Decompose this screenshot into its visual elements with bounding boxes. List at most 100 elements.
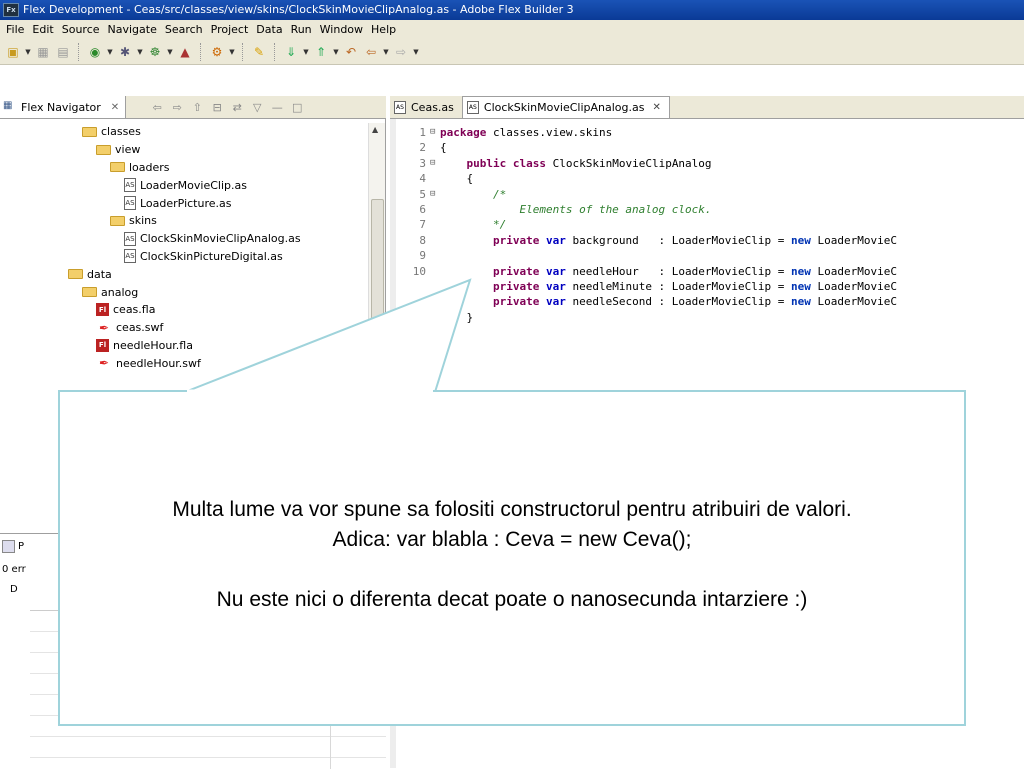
code-line[interactable]: 6 Elements of the analog clock. [400, 202, 897, 217]
tree-item[interactable]: AS ClockSkinPictureDigital.as [0, 248, 368, 266]
tree-item[interactable]: Fl needleHour.fla [0, 337, 368, 355]
code-token: background : LoaderMovieClip = [565, 233, 792, 247]
brush-icon[interactable]: ✎ [250, 43, 268, 61]
tab-problems[interactable]: P [2, 540, 24, 553]
menu-help[interactable]: Help [368, 20, 401, 39]
profile-dropdown-icon[interactable]: ▼ [166, 43, 174, 61]
prev-annotation-dropdown-icon[interactable]: ▼ [332, 43, 340, 61]
tree-item-label: loaders [129, 160, 170, 174]
code-line[interactable]: 9 [400, 248, 897, 263]
run-icon[interactable]: ◉ [86, 43, 104, 61]
menu-search[interactable]: Search [162, 20, 208, 39]
menu-navigate[interactable]: Navigate [105, 20, 162, 39]
scroll-up-icon[interactable]: ▲ [372, 125, 378, 134]
tab-flex-navigator[interactable]: ▦ Flex Navigator ✕ [0, 96, 127, 118]
code-token: new [791, 279, 811, 293]
menu-data[interactable]: Data [253, 20, 287, 39]
tree-item[interactable]: ✒ ceas.swf [0, 319, 368, 337]
prev-annotation-icon[interactable]: ⇑ [312, 43, 330, 61]
tree-item[interactable]: loaders [0, 159, 368, 177]
fla-file-icon: Fl [96, 303, 109, 317]
tab-ceas-as[interactable]: AS Ceas.as [390, 96, 462, 118]
export-icon[interactable]: ▲ [176, 43, 194, 61]
tree-item[interactable]: classes [0, 123, 368, 141]
back-icon[interactable]: ⇦ [362, 43, 380, 61]
code-line[interactable]: 1 ⊟ package classes.view.skins [400, 125, 897, 140]
close-icon[interactable]: ✕ [111, 102, 119, 113]
forward-icon[interactable]: ⇨ [170, 101, 184, 114]
toolbar-separator [242, 42, 248, 61]
menu-file[interactable]: File [3, 20, 29, 39]
next-annotation-dropdown-icon[interactable]: ▼ [302, 43, 310, 61]
code-line[interactable]: private var needleMinute : LoaderMovieCl… [400, 279, 897, 294]
back-icon[interactable]: ⇦ [150, 101, 164, 114]
code-line[interactable]: 4 { [400, 171, 897, 186]
forward-dropdown-icon[interactable]: ▼ [412, 43, 420, 61]
tree-item-label: analog [101, 285, 139, 299]
code-line[interactable]: private var needleSecond : LoaderMovieCl… [400, 294, 897, 309]
new-dropdown-icon[interactable]: ▼ [24, 43, 32, 61]
code-line[interactable]: 10 private var needleHour : LoaderMovieC… [400, 264, 897, 279]
print-icon[interactable]: ▤ [54, 43, 72, 61]
fold-toggle-icon[interactable]: ⊟ [430, 125, 440, 140]
code-line[interactable]: 3 ⊟ public class ClockSkinMovieClipAnalog [400, 156, 897, 171]
code-line[interactable]: 7 */ [400, 217, 897, 232]
scrollbar-thumb[interactable] [371, 199, 384, 349]
callout-line-2: Adica: var blabla : Ceva = new Ceva(); [332, 528, 692, 551]
collapse-all-icon[interactable]: ⊟ [210, 101, 224, 114]
menu-run[interactable]: Run [288, 20, 317, 39]
maximize-icon[interactable]: □ [290, 101, 304, 114]
up-icon[interactable]: ⇧ [190, 101, 204, 114]
tree-item[interactable]: AS LoaderPicture.as [0, 194, 368, 212]
tree-item[interactable]: data [0, 265, 368, 283]
flex-app-icon: Fx [3, 3, 19, 17]
line-number: 7 [419, 218, 426, 232]
run-dropdown-icon[interactable]: ▼ [106, 43, 114, 61]
menu-project[interactable]: Project [208, 20, 254, 39]
menu-window[interactable]: Window [317, 20, 368, 39]
tree-item[interactable]: Fl ceas.fla [0, 301, 368, 319]
code-line[interactable]: 2{ [400, 140, 897, 155]
line-number: 8 [419, 233, 426, 247]
external-tools-dropdown-icon[interactable]: ▼ [228, 43, 236, 61]
forward-icon[interactable]: ⇨ [392, 43, 410, 61]
new-file-icon[interactable]: ▣ [4, 43, 22, 61]
menu-source[interactable]: Source [59, 20, 105, 39]
save-icon[interactable]: ▦ [34, 43, 52, 61]
code-line[interactable]: 8 private var background : LoaderMovieCl… [400, 233, 897, 248]
last-edit-icon[interactable]: ↶ [342, 43, 360, 61]
toolbar-separator [200, 42, 206, 61]
debug-dropdown-icon[interactable]: ▼ [136, 43, 144, 61]
external-tools-icon[interactable]: ⚙ [208, 43, 226, 61]
code-line[interactable]: 5 ⊟ /* [400, 187, 897, 202]
minimize-icon[interactable]: — [270, 101, 284, 114]
table-row[interactable] [30, 737, 386, 758]
code-line[interactable]: } [400, 310, 897, 325]
problems-column-header[interactable]: D [10, 584, 18, 595]
tree-item[interactable]: analog [0, 283, 368, 301]
tree-item[interactable]: AS LoaderMovieClip.as [0, 176, 368, 194]
tree-item[interactable]: AS ClockSkinMovieClipAnalog.as [0, 230, 368, 248]
next-annotation-icon[interactable]: ⇓ [282, 43, 300, 61]
profile-icon[interactable]: ☸ [146, 43, 164, 61]
tree-item[interactable]: view [0, 141, 368, 159]
close-icon[interactable]: ✕ [652, 102, 660, 113]
fold-toggle-icon[interactable]: ⊟ [430, 156, 440, 171]
menu-edit[interactable]: Edit [29, 20, 58, 39]
code-token: new [791, 233, 811, 247]
tree-item[interactable]: ✒ needleHour.swf [0, 354, 368, 372]
link-editor-icon[interactable]: ⇄ [230, 101, 244, 114]
view-menu-icon[interactable]: ▽ [250, 101, 264, 114]
debug-icon[interactable]: ✱ [116, 43, 134, 61]
code-text[interactable]: 1 ⊟ package classes.view.skins 2{3 ⊟ public … [400, 125, 897, 325]
tree-item[interactable]: skins [0, 212, 368, 230]
tab-clockskinmovieclipanalog-as[interactable]: AS ClockSkinMovieClipAnalog.as ✕ [461, 96, 670, 118]
back-dropdown-icon[interactable]: ▼ [382, 43, 390, 61]
code-token: LoaderMovieC [810, 295, 897, 309]
fold-toggle-icon[interactable]: ⊟ [430, 187, 440, 202]
